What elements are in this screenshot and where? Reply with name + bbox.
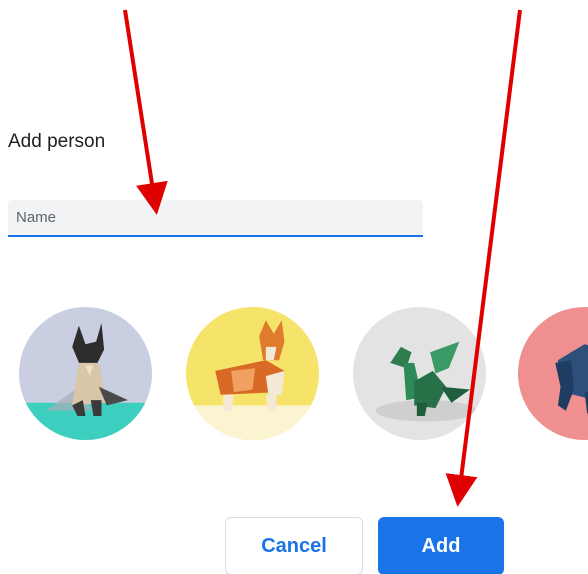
cat-icon [19, 307, 152, 440]
dialog-title: Add person [8, 131, 106, 152]
dragon-avatar[interactable] [353, 307, 486, 440]
corgi-icon [186, 307, 319, 440]
elephant-avatar[interactable] [518, 307, 588, 440]
name-input[interactable] [8, 200, 423, 237]
annotation-arrows [123, 9, 522, 507]
corgi-avatar[interactable] [186, 307, 319, 440]
elephant-icon [518, 307, 588, 440]
add-button[interactable]: Add [378, 517, 504, 574]
cancel-button[interactable]: Cancel [225, 517, 363, 574]
dragon-icon [353, 307, 486, 440]
arrow-to-name-input [123, 9, 168, 215]
arrow-to-add-button [445, 9, 522, 507]
add-person-dialog: Add person Name Cancel Add [0, 0, 588, 574]
cat-avatar[interactable] [19, 307, 152, 440]
